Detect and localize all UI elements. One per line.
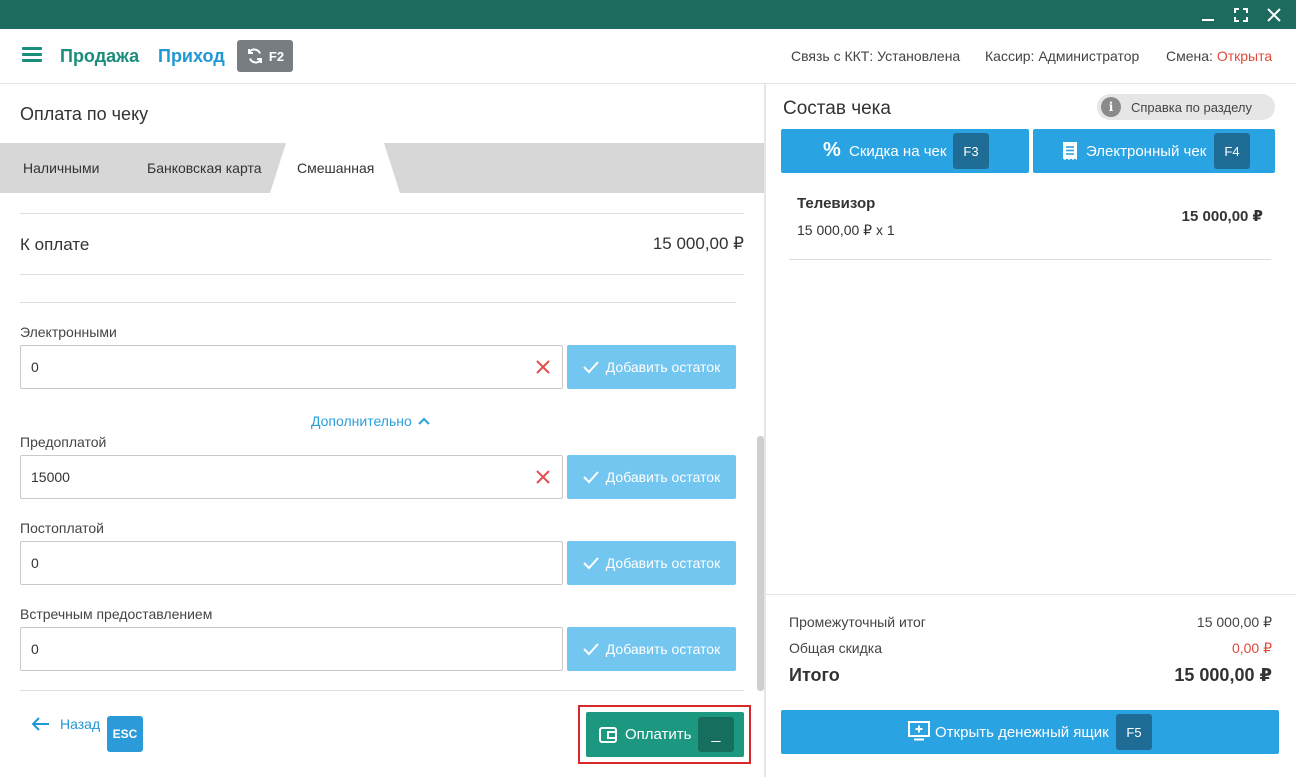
discount-total-row: Общая скидка 0,00 ₽ <box>789 640 1272 656</box>
percent-icon: % <box>823 139 841 161</box>
title-bar <box>0 0 1296 29</box>
wallet-icon <box>599 726 617 743</box>
tab-mixed[interactable]: Смешанная <box>297 143 374 193</box>
minimize-icon <box>1202 18 1214 21</box>
total-row: Итого 15 000,00 ₽ <box>789 665 1272 685</box>
tab-cash[interactable]: Наличными <box>23 143 99 193</box>
check-icon <box>583 643 599 656</box>
app-header: Продажа Приход F2 Связь с ККТ: Установле… <box>0 29 1296 84</box>
check-icon <box>583 471 599 484</box>
prepaid-input[interactable] <box>20 455 563 499</box>
payment-tabs: Наличными Банковская карта Смешанная <box>0 143 764 193</box>
divider <box>20 302 736 303</box>
item-name: Телевизор <box>797 195 876 212</box>
page-title: Оплата по чеку <box>20 104 149 124</box>
monitor-plus-icon <box>908 721 930 741</box>
item-qty: 15 000,00 ₽ x 1 <box>797 222 895 238</box>
check-icon <box>583 361 599 374</box>
pay-button[interactable]: Оплатить _ <box>586 712 744 757</box>
pay-label: Оплатить <box>625 726 692 743</box>
shift-value: Открыта <box>1216 48 1273 64</box>
add-remainder-button[interactable]: Добавить остаток <box>567 345 736 389</box>
tab-card[interactable]: Банковская карта <box>147 143 261 193</box>
add-remainder-button[interactable]: Добавить остаток <box>567 627 736 671</box>
add-remainder-button[interactable]: Добавить остаток <box>567 455 736 499</box>
subtotal-row: Промежуточный итог 15 000,00 ₽ <box>789 614 1272 630</box>
field-label-electronic: Электронными <box>20 324 117 340</box>
drawer-key-badge: F5 <box>1116 714 1152 750</box>
back-link[interactable]: Назад <box>32 716 100 732</box>
switch-mode-button[interactable]: F2 <box>237 40 293 72</box>
receipt-icon <box>1063 142 1077 160</box>
open-drawer-button[interactable]: Открыть денежный ящик F5 <box>781 710 1279 754</box>
clear-icon[interactable] <box>534 358 552 376</box>
receipt-title: Состав чека <box>783 98 891 119</box>
scrollbar[interactable] <box>757 436 764 691</box>
fullscreen-icon <box>1234 7 1248 22</box>
cashier-status: Кассир: Администратор <box>985 48 1140 64</box>
shift-label: Смена: <box>1166 48 1213 64</box>
help-button[interactable]: i Справка по разделу <box>1097 94 1275 120</box>
postpaid-input[interactable] <box>20 541 563 585</box>
divider <box>20 690 744 691</box>
divider <box>20 213 744 214</box>
field-label-counter: Встречным предоставлением <box>20 606 213 622</box>
arrow-left-icon <box>32 717 49 731</box>
discount-button[interactable]: % Скидка на чек F3 <box>781 129 1029 173</box>
refresh-icon <box>247 48 262 64</box>
receipt-panel: Состав чека i Справка по разделу % Скидк… <box>766 84 1296 777</box>
nav-income[interactable]: Приход <box>158 46 225 67</box>
add-remainder-button[interactable]: Добавить остаток <box>567 541 736 585</box>
payment-panel: Оплата по чеку Наличными Банковская карт… <box>0 84 764 777</box>
field-label-postpaid: Постоплатой <box>20 520 104 536</box>
close-icon <box>1267 7 1281 22</box>
counter-provision-input[interactable] <box>20 627 563 671</box>
electronic-receipt-button[interactable]: Электронный чек F4 <box>1033 129 1275 173</box>
clear-icon[interactable] <box>534 468 552 486</box>
minimize-button[interactable] <box>1192 0 1224 29</box>
electronic-input[interactable] <box>20 345 563 389</box>
ereceipt-key-badge: F4 <box>1214 133 1250 169</box>
divider <box>766 594 1296 595</box>
divider <box>20 274 744 275</box>
more-options-link[interactable]: Дополнительно <box>311 413 430 429</box>
maximize-button[interactable] <box>1225 0 1257 29</box>
menu-icon[interactable] <box>22 47 42 65</box>
kkt-status: Связь с ККТ: Установлена <box>791 48 961 64</box>
close-button[interactable] <box>1258 0 1290 29</box>
item-sum: 15 000,00 ₽ <box>1181 208 1263 225</box>
info-icon: i <box>1101 97 1121 117</box>
nav-sale[interactable]: Продажа <box>60 46 139 67</box>
to-pay-amount: 15 000,00 ₽ <box>652 234 744 253</box>
field-label-prepaid: Предоплатой <box>20 434 107 450</box>
discount-key-badge: F3 <box>953 133 989 169</box>
shift-status: Смена: Открыта <box>1166 48 1272 64</box>
chevron-up-icon <box>418 417 430 425</box>
to-pay-label: К оплате <box>20 235 90 254</box>
check-icon <box>583 557 599 570</box>
switch-key: F2 <box>268 48 285 64</box>
pay-key-badge: _ <box>698 717 734 752</box>
esc-key-badge[interactable]: ESC <box>107 716 143 752</box>
divider <box>789 259 1271 260</box>
